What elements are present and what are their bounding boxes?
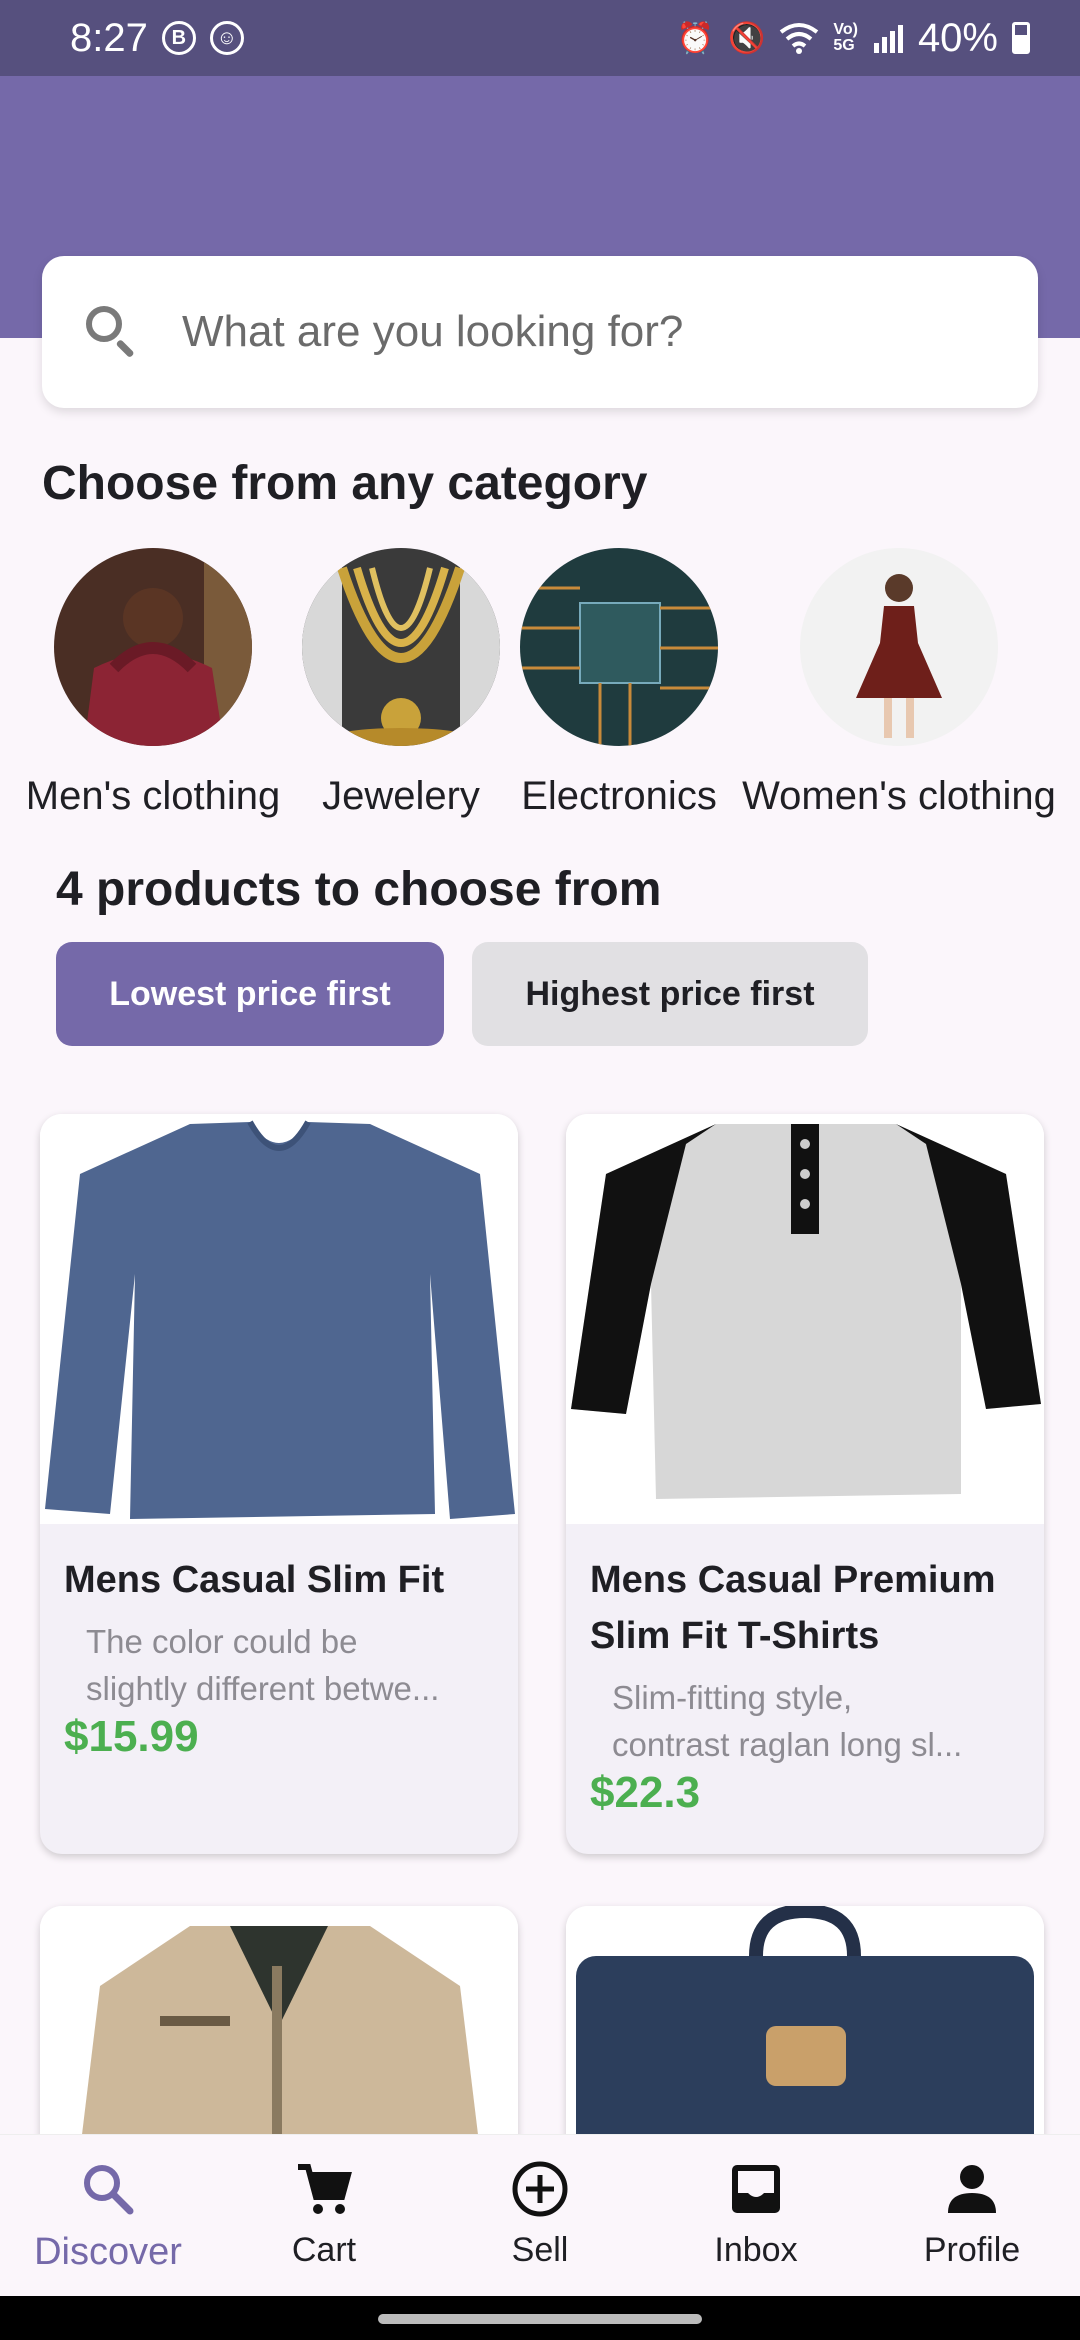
category-label: Women's clothing (742, 774, 1056, 818)
volte-icon: Vo) 5G (833, 21, 858, 54)
sort-lowest-price-button[interactable]: Lowest price first (56, 942, 444, 1046)
product-card[interactable]: Mens Casual Premium Slim Fit T-Shirts Sl… (566, 1114, 1044, 1854)
product-description: Slim-fitting style, contrast raglan long… (566, 1664, 1044, 1768)
battery-icon (1012, 22, 1030, 54)
product-image (566, 1114, 1044, 1524)
status-bar: 8:27 B ☺ ⏰ 🔇 Vo) 5G 40% (0, 0, 1080, 76)
plus-circle-icon (508, 2157, 572, 2221)
status-left: 8:27 B ☺ (70, 16, 244, 61)
status-right: ⏰ 🔇 Vo) 5G 40% (677, 16, 1030, 61)
nav-label: Inbox (714, 2231, 798, 2269)
status-time: 8:27 (70, 15, 148, 60)
nav-label: Cart (291, 2231, 357, 2269)
mute-icon: 🔇 (727, 21, 766, 55)
search-icon (82, 302, 142, 362)
product-title: Mens Casual Slim Fit (64, 1559, 445, 1601)
search-icon (76, 2157, 140, 2221)
product-description: The color could be slightly different be… (40, 1608, 518, 1712)
product-title: Mens Casual Premium Slim Fit T-Shirts (566, 1524, 1044, 1664)
alarm-icon: ⏰ (676, 21, 714, 55)
system-navigation-bar (0, 2296, 1080, 2340)
product-title-line: Mens Casual Premium (590, 1559, 996, 1601)
product-description-line: The color could be (86, 1623, 358, 1660)
nav-cart[interactable]: Cart (216, 2135, 432, 2297)
category-heading: Choose from any category (42, 457, 648, 510)
product-price: $15.99 (64, 1712, 199, 1761)
nav-label: Profile (923, 2231, 1021, 2269)
home-gesture-handle[interactable] (378, 2314, 702, 2324)
battery-percent: 40% (917, 15, 998, 60)
person-icon (940, 2157, 1004, 2221)
products-heading: 4 products to choose from (56, 863, 662, 916)
sort-highest-price-button[interactable]: Highest price first (472, 942, 868, 1046)
category-label: Electronics (521, 774, 717, 818)
product-description-line: slightly different betwe... (86, 1670, 440, 1707)
signal-icon (873, 25, 903, 53)
category-label: Men's clothing (25, 774, 281, 818)
category-electronics[interactable]: Electronics (508, 548, 730, 819)
app-notification-icon: ☺ (209, 21, 244, 55)
product-title-line: Slim Fit T-Shirts (590, 1615, 880, 1657)
nav-label: Sell (511, 2231, 569, 2269)
electronics-image (520, 548, 718, 746)
category-womens-clothing[interactable]: Women's clothing (736, 548, 1062, 819)
search-bar[interactable] (42, 256, 1038, 408)
nav-profile[interactable]: Profile (864, 2135, 1080, 2297)
nav-discover[interactable]: Discover (0, 2135, 216, 2297)
product-image (40, 1114, 518, 1524)
jewelery-image (302, 548, 500, 746)
search-input[interactable] (182, 307, 982, 357)
category-label: Jewelery (322, 774, 480, 818)
cart-icon (292, 2157, 356, 2221)
category-jewelery[interactable]: Jewelery (290, 548, 512, 819)
nav-inbox[interactable]: Inbox (648, 2135, 864, 2297)
inbox-icon (724, 2157, 788, 2221)
bottom-navigation: Discover Cart Sell Inbox Profile (0, 2134, 1080, 2296)
b-notification-icon: B (161, 21, 196, 55)
nav-sell[interactable]: Sell (432, 2135, 648, 2297)
product-price: $22.3 (590, 1768, 701, 1817)
product-card[interactable]: Mens Casual Slim Fit The color could be … (40, 1114, 518, 1854)
product-description-line: Slim-fitting style, (612, 1679, 853, 1716)
category-mens-clothing[interactable]: Men's clothing (22, 548, 284, 819)
wifi-icon (780, 23, 819, 54)
mens-clothing-image (54, 548, 252, 746)
category-list: Men's clothing Jewelery Electronics Wome… (0, 548, 1080, 838)
product-description-line: contrast raglan long sl... (612, 1726, 963, 1763)
nav-label: Discover (34, 2231, 182, 2273)
womens-clothing-image (800, 548, 998, 746)
